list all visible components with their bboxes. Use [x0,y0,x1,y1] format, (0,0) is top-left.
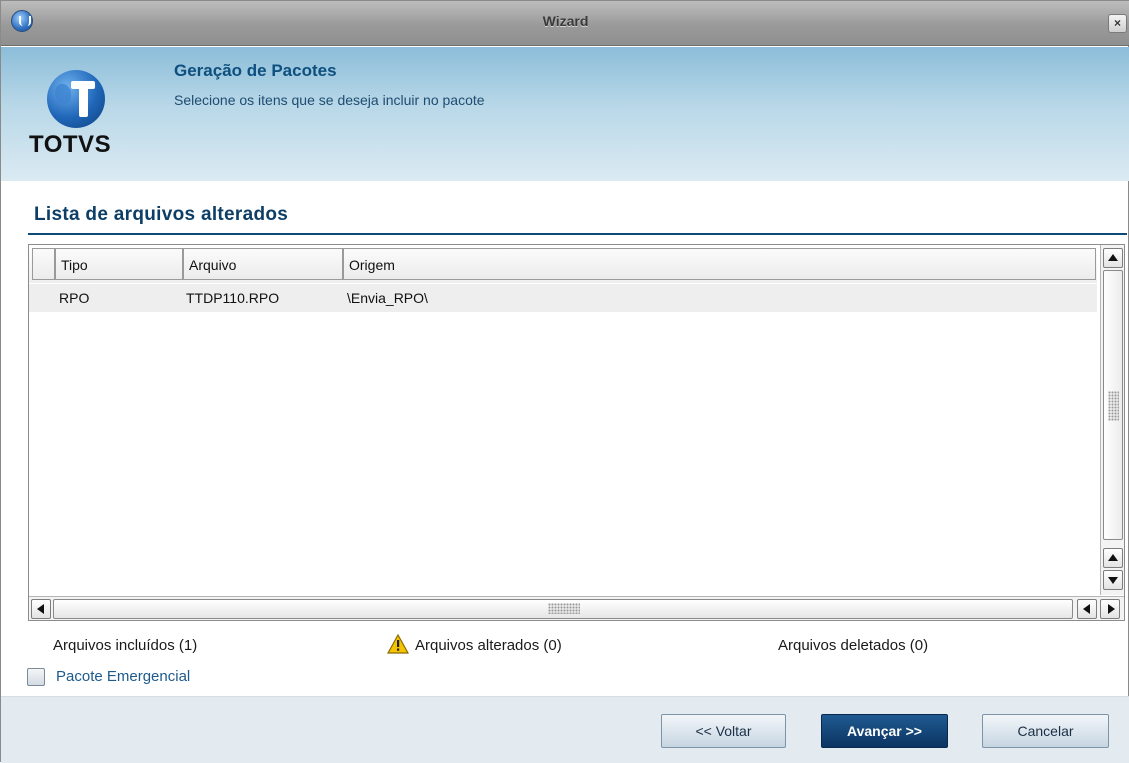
horizontal-scroll-thumb[interactable] [53,599,1073,619]
scroll-left-button-right[interactable] [1077,599,1097,619]
status-deleted: Arquivos deletados (0) [778,637,929,654]
status-included: Arquivos incluídos (1) [53,637,198,654]
grip-icon [1108,391,1119,421]
arrow-up-icon [1108,254,1118,261]
horizontal-scrollbar[interactable] [29,596,1124,620]
wizard-header: TOTVS Geração de Pacotes Selecione os it… [1,47,1129,181]
arrow-left-icon [37,604,44,614]
column-header-tipo[interactable]: Tipo [55,248,183,280]
scroll-up-button-lower[interactable] [1103,548,1123,568]
files-grid[interactable]: Tipo Arquivo Origem RPO TTDP110.RPO \Env… [28,244,1125,621]
globe-icon [47,70,105,128]
status-altered: Arquivos alterados (0) [415,637,562,654]
warning-icon [387,634,409,654]
column-header-arquivo[interactable]: Arquivo [183,248,343,280]
step-subtitle: Selecione os itens que se deseja incluir… [174,92,485,108]
table-row[interactable]: RPO TTDP110.RPO \Envia_RPO\ [29,284,1097,312]
window-title: Wizard [542,13,589,29]
arrow-left-icon [1083,604,1090,614]
back-button[interactable]: << Voltar [661,714,786,748]
scroll-right-button[interactable] [1100,599,1120,619]
cell-tipo: RPO [59,290,90,306]
scroll-left-button[interactable] [31,599,51,619]
vertical-scroll-thumb[interactable] [1103,270,1123,540]
arrow-right-icon [1108,604,1115,614]
grip-icon [548,603,580,614]
scroll-down-button[interactable] [1103,570,1123,590]
vertical-scrollbar[interactable] [1100,245,1124,595]
totvs-logo: TOTVS [25,67,125,167]
emergency-package-label[interactable]: Pacote Emergencial [56,668,190,685]
wizard-window: Wizard × TOTVS Geração de Pacotes Seleci… [0,0,1129,763]
logo-text: TOTVS [29,131,112,158]
cancel-button[interactable]: Cancelar [982,714,1109,748]
scroll-up-button[interactable] [1103,248,1123,268]
row-selector-header[interactable] [32,248,55,280]
column-header-origem[interactable]: Origem [343,248,1096,280]
step-title: Geração de Pacotes [174,61,337,80]
cell-arquivo: TTDP110.RPO [186,290,280,306]
title-bar[interactable]: Wizard × [1,1,1129,46]
section-divider [28,233,1127,235]
close-button[interactable]: × [1108,14,1127,33]
button-bar: << Voltar Avançar >> Cancelar [1,696,1129,763]
emergency-package-checkbox[interactable] [27,668,45,686]
cell-origem: \Envia_RPO\ [347,290,428,306]
arrow-up-icon [1108,554,1118,561]
next-button[interactable]: Avançar >> [821,714,948,748]
section-title: Lista de arquivos alterados [34,204,289,225]
arrow-down-icon [1108,577,1118,584]
grid-header: Tipo Arquivo Origem [29,245,1097,283]
